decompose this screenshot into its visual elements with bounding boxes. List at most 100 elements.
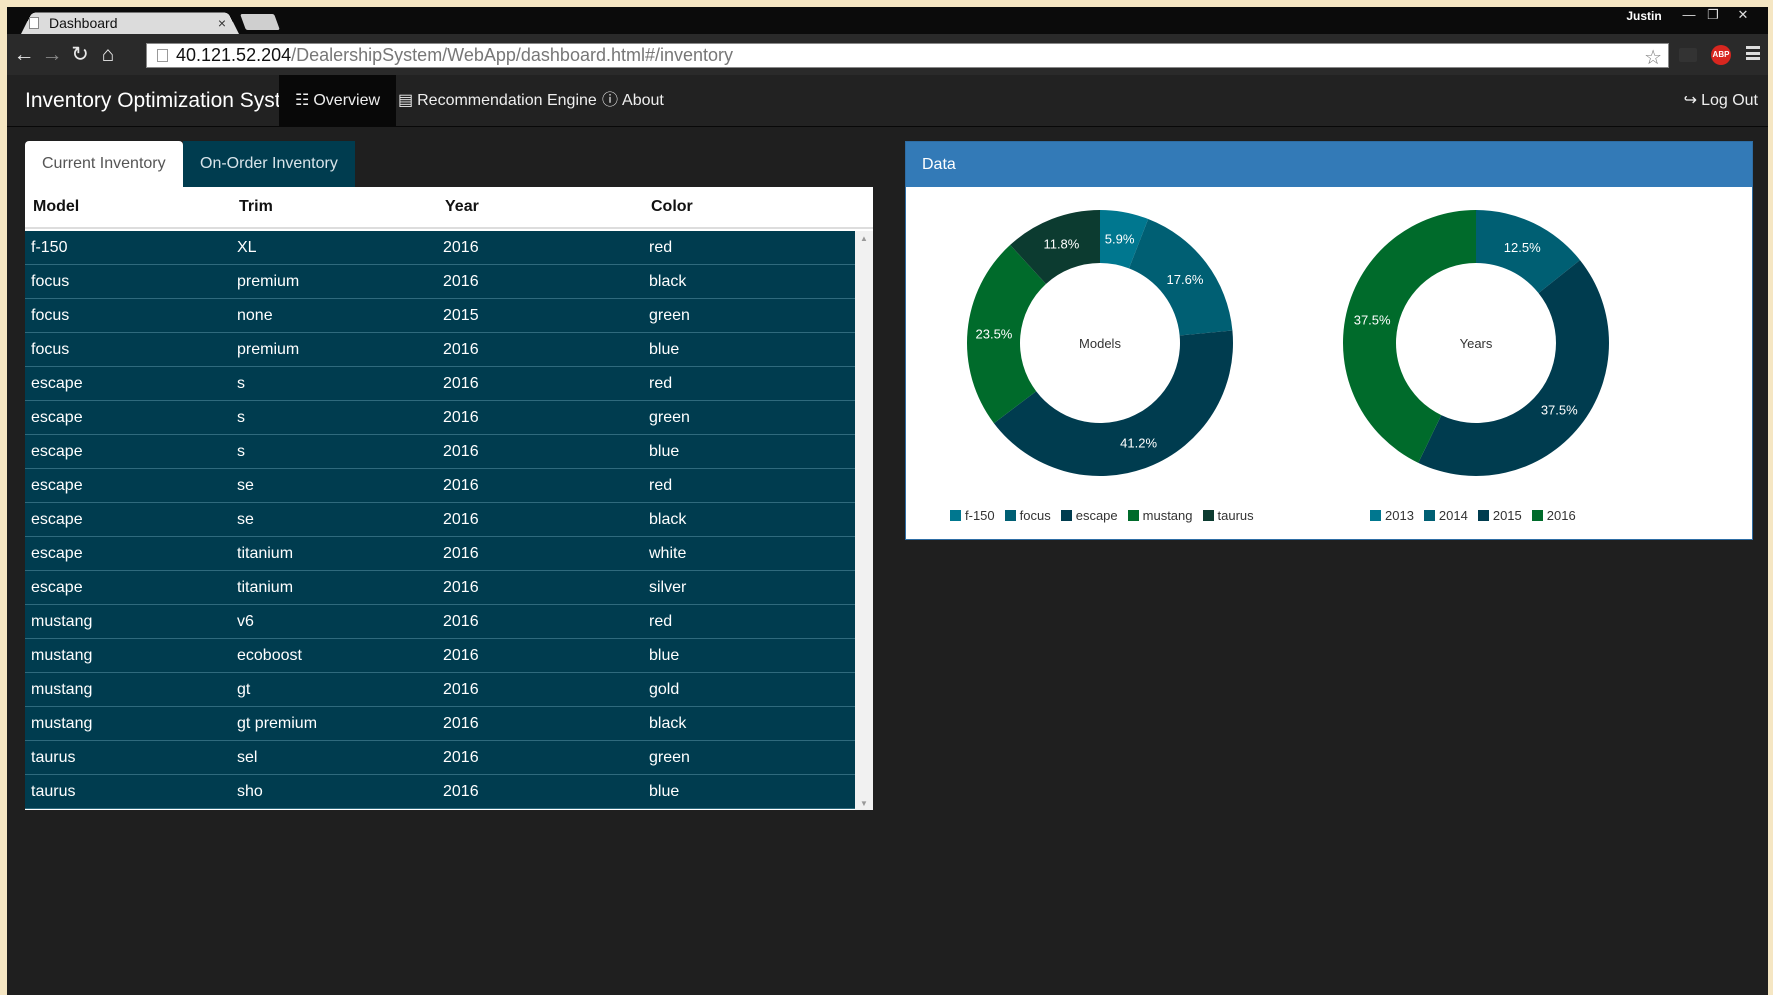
nav-recommendation-engine[interactable]: ▤ Recommendation Engine	[382, 75, 613, 127]
legend-label: mustang	[1142, 508, 1193, 523]
table-row[interactable]: focus premium 2016 blue	[25, 333, 855, 367]
table-row[interactable]: taurus sho 2016 blue	[25, 775, 855, 809]
legend-item-2014[interactable]: 2014	[1423, 508, 1468, 523]
column-header-year[interactable]: Year	[437, 198, 643, 216]
restore-button[interactable]: ❐	[1701, 7, 1725, 25]
slice-label-mustang: 23.5%	[976, 326, 1013, 341]
cell-model: mustang	[31, 646, 93, 664]
home-icon[interactable]: ⌂	[97, 44, 119, 66]
cell-year: 2016	[443, 544, 479, 562]
table-scrollbar[interactable]: ▲ ▼	[855, 231, 873, 810]
legend-label: escape	[1075, 508, 1118, 523]
scroll-up-arrow-icon[interactable]: ▲	[860, 234, 868, 243]
donut-center-title: Years	[1460, 336, 1493, 351]
url-host: 40.121.52.204	[176, 45, 292, 65]
cell-color: black	[649, 272, 687, 290]
legend-item-escape[interactable]: escape	[1060, 508, 1118, 523]
cell-model: escape	[31, 442, 83, 460]
cell-trim: sho	[237, 782, 263, 800]
cell-model: escape	[31, 510, 83, 528]
legend-swatch	[1531, 510, 1543, 521]
legend-swatch	[1202, 510, 1214, 521]
slice-2015[interactable]	[1418, 260, 1609, 477]
legend-item-2015[interactable]: 2015	[1477, 508, 1522, 523]
cell-trim: s	[237, 374, 245, 392]
browser-tab[interactable]: Dashboard ×	[29, 13, 234, 33]
table-row[interactable]: escape titanium 2016 silver	[25, 571, 855, 605]
cell-trim: s	[237, 408, 245, 426]
legend-item-f-150[interactable]: f-150	[950, 508, 995, 523]
profile-user-button[interactable]: Justin	[1618, 7, 1670, 29]
table-row[interactable]: focus premium 2016 black	[25, 265, 855, 299]
legend-item-2016[interactable]: 2016	[1531, 508, 1576, 523]
logout-link[interactable]: ↪ Log Out	[1684, 75, 1758, 127]
cell-trim: titanium	[237, 544, 294, 562]
extension-monitor-icon[interactable]	[1679, 48, 1697, 62]
table-row[interactable]: mustang gt 2016 gold	[25, 673, 855, 707]
cell-year: 2016	[443, 748, 479, 766]
cell-trim: s	[237, 442, 245, 460]
cell-year: 2016	[443, 510, 479, 528]
browser-tab-title: Dashboard	[49, 15, 118, 31]
tab-on-order-inventory[interactable]: On-Order Inventory	[183, 141, 355, 187]
reload-icon[interactable]: ↻	[69, 44, 91, 66]
column-header-trim[interactable]: Trim	[231, 198, 437, 216]
cell-model: escape	[31, 578, 83, 596]
cell-model: taurus	[31, 748, 76, 766]
close-window-button[interactable]: ✕	[1725, 7, 1761, 25]
cell-trim: sel	[237, 748, 258, 766]
cell-trim: v6	[237, 612, 254, 630]
cell-year: 2016	[443, 408, 479, 426]
forward-arrow-icon[interactable]: →	[41, 44, 63, 66]
minimize-button[interactable]: —	[1677, 7, 1701, 25]
browser-window: Dashboard × Justin — ❐ ✕ ← → ↻ ⌂ 40.121.…	[7, 7, 1768, 995]
legend-item-taurus[interactable]: taurus	[1202, 508, 1254, 523]
cell-model: mustang	[31, 714, 93, 732]
adblock-plus-icon[interactable]: ABP	[1711, 45, 1731, 65]
column-header-model[interactable]: Model	[25, 198, 231, 216]
table-row[interactable]: taurus sel 2016 green	[25, 741, 855, 775]
cell-color: red	[649, 374, 673, 392]
browser-menu-icon[interactable]	[1746, 46, 1760, 60]
slice-label-2015: 37.5%	[1541, 402, 1578, 417]
new-tab-button[interactable]	[240, 14, 280, 30]
nav-about[interactable]: ⓘ About	[586, 75, 680, 127]
years-legend: 2013 2014 2015 2016	[1370, 508, 1586, 523]
column-header-color[interactable]: Color	[643, 198, 849, 216]
scroll-down-arrow-icon[interactable]: ▼	[860, 799, 868, 808]
back-arrow-icon[interactable]: ←	[13, 44, 35, 66]
cell-model: taurus	[31, 782, 76, 800]
table-row[interactable]: escape se 2016 red	[25, 469, 855, 503]
nav-about-label: About	[622, 92, 664, 109]
table-row[interactable]: escape s 2016 blue	[25, 435, 855, 469]
table-row[interactable]: mustang ecoboost 2016 blue	[25, 639, 855, 673]
table-row[interactable]: escape s 2016 green	[25, 401, 855, 435]
inventory-tabs: Current Inventory On-Order Inventory	[25, 141, 873, 187]
address-bar[interactable]: 40.121.52.204 /DealershipSystem/WebApp/d…	[146, 43, 1669, 70]
tab-close-icon[interactable]: ×	[218, 15, 226, 31]
slice-escape[interactable]	[993, 330, 1233, 477]
table-row[interactable]: focus none 2015 green	[25, 299, 855, 333]
data-panel-heading: Data	[906, 142, 1752, 187]
legend-item-2013[interactable]: 2013	[1370, 508, 1414, 523]
table-row[interactable]: escape titanium 2016 white	[25, 537, 855, 571]
table-row[interactable]: escape se 2016 black	[25, 503, 855, 537]
table-row[interactable]: escape s 2016 red	[25, 367, 855, 401]
legend-item-focus[interactable]: focus	[1004, 508, 1051, 523]
nav-overview[interactable]: ☷ Overview	[279, 75, 397, 127]
cell-year: 2016	[443, 340, 479, 358]
nav-overview-label: Overview	[313, 92, 381, 109]
table-row[interactable]: f-150 XL 2016 red	[25, 231, 855, 265]
tab-current-inventory[interactable]: Current Inventory	[25, 141, 183, 187]
cell-color: black	[649, 714, 687, 732]
cell-trim: gt	[237, 680, 251, 698]
bookmark-star-icon[interactable]: ☆	[1644, 45, 1662, 70]
legend-item-mustang[interactable]: mustang	[1127, 508, 1193, 523]
legend-label: f-150	[965, 508, 995, 523]
table-header: Model Trim Year Color	[25, 187, 873, 229]
table-row[interactable]: mustang gt premium 2016 black	[25, 707, 855, 741]
page-icon	[29, 17, 39, 29]
cell-color: black	[649, 510, 687, 528]
legend-swatch	[1477, 510, 1489, 521]
table-row[interactable]: mustang v6 2016 red	[25, 605, 855, 639]
